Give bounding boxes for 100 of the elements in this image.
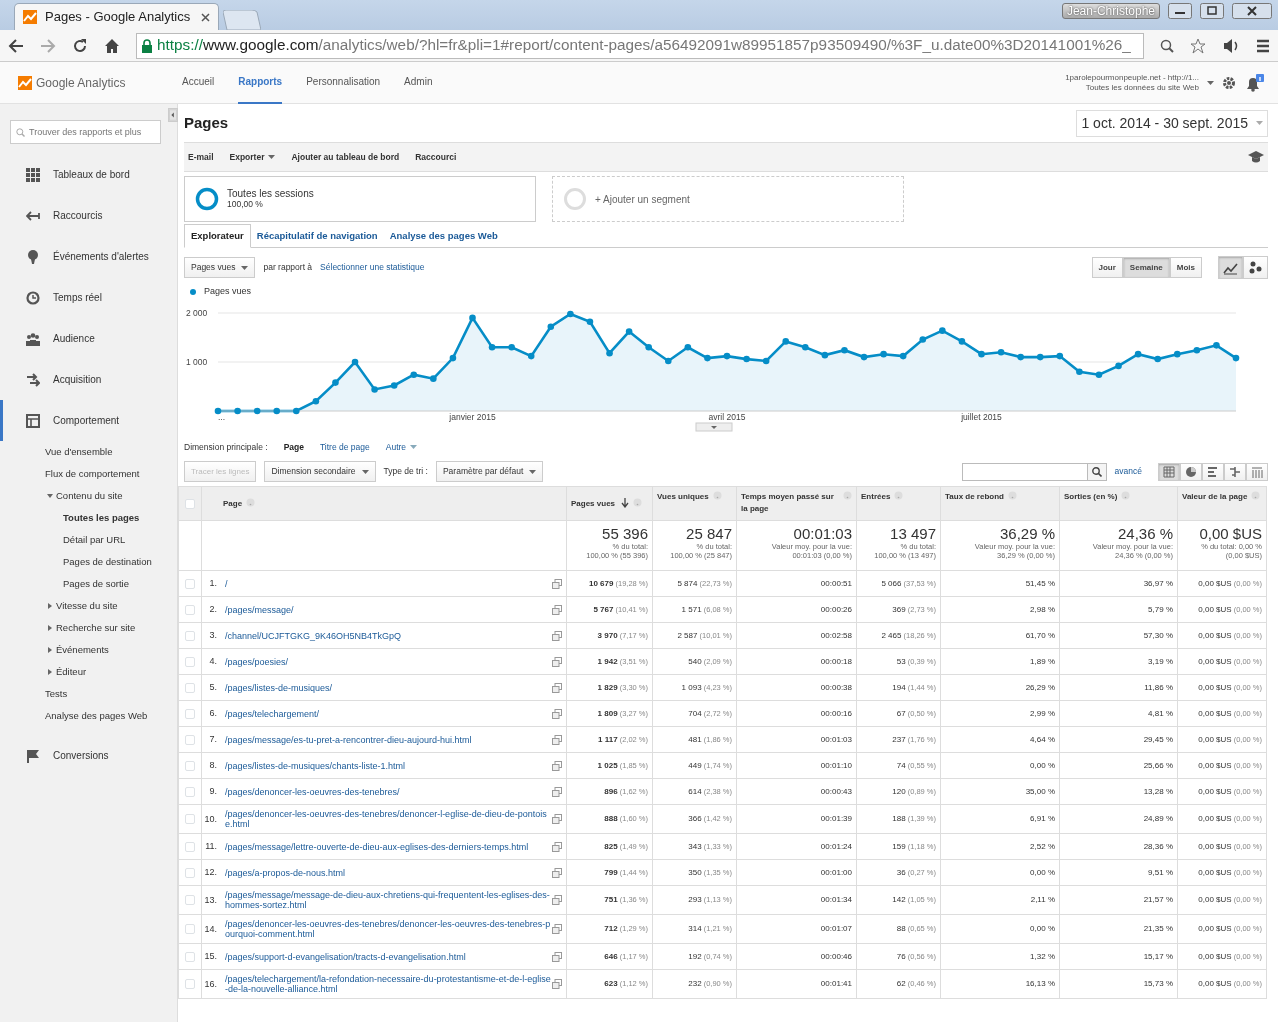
column-header[interactable]: Entrées <box>861 491 891 504</box>
comparison-view-button[interactable] <box>1224 462 1246 481</box>
expander-icon[interactable] <box>47 647 53 653</box>
page-link[interactable]: /pages/a-propos-de-nous.html <box>225 867 552 878</box>
new-tab-button[interactable] <box>223 10 261 30</box>
column-header[interactable]: Sorties (en %) <box>1064 491 1118 504</box>
row-checkbox[interactable] <box>185 979 195 990</box>
row-checkbox[interactable] <box>185 841 195 852</box>
collapse-button[interactable] <box>168 108 178 122</box>
forward-icon[interactable] <box>40 38 56 53</box>
nav-item[interactable]: Pages de destination <box>63 554 152 570</box>
page-link[interactable]: /pages/message/message-de-dieu-aux-chretiens-qui-frequentent-les-eglises-des-hommes-sortez.html <box>225 890 552 911</box>
nav-item[interactable]: Acquisition <box>53 372 102 387</box>
row-checkbox[interactable] <box>185 734 195 745</box>
popout-icon[interactable] <box>552 630 562 641</box>
row-checkbox[interactable] <box>185 604 195 615</box>
nav-item[interactable]: Audience <box>53 331 95 346</box>
row-checkbox[interactable] <box>185 951 195 962</box>
expander-icon[interactable] <box>47 625 53 631</box>
row-checkbox[interactable] <box>185 814 195 825</box>
page-link[interactable]: /pages/denoncer-les-oeuvres-des-tenebres/denoncer-les-oeuvres-des-tenebres-pourquoi-comment.html <box>225 919 552 940</box>
nav-item[interactable]: Vitesse du site <box>56 598 118 614</box>
column-header[interactable]: Page <box>223 497 243 510</box>
report-tab[interactable]: Récapitulatif de navigation <box>250 224 384 247</box>
page-link[interactable]: /pages/listes-de-musiques/chants-liste-1.html <box>225 760 552 771</box>
secondary-dimension-dropdown[interactable]: Dimension secondaire <box>264 461 376 483</box>
action-link[interactable]: E-mail <box>188 150 214 164</box>
minimize-icon[interactable] <box>1168 3 1192 19</box>
menu-icon[interactable] <box>1256 38 1270 53</box>
nav-item[interactable]: Détail par URL <box>63 532 126 548</box>
pivot-view-button[interactable] <box>1246 462 1268 481</box>
page-link[interactable]: /channel/UCJFTGKG_9K46OH5NB4TkGpQ <box>225 630 552 641</box>
close-icon[interactable] <box>201 12 210 22</box>
page-link[interactable]: /pages/listes-de-musiques/ <box>225 682 552 693</box>
popout-icon[interactable] <box>552 841 562 852</box>
nav-item[interactable]: Conversions <box>53 748 109 763</box>
popout-icon[interactable] <box>552 951 562 962</box>
bar-view-button[interactable] <box>1202 462 1224 481</box>
popout-icon[interactable] <box>552 734 562 745</box>
page-link[interactable]: /pages/denoncer-les-oeuvres-des-tenebres/denoncer-l-eglise-de-dieu-de-pontoise.html <box>225 809 552 830</box>
row-checkbox[interactable] <box>185 924 195 935</box>
search-field[interactable]: Trouver des rapports et plus <box>10 120 161 144</box>
graduation-cap-icon[interactable] <box>1248 151 1264 163</box>
nav-item[interactable]: Éditeur <box>56 664 87 680</box>
column-header[interactable]: Taux de rebond <box>945 491 1004 504</box>
action-link[interactable]: Ajouter au tableau de bord <box>291 150 400 164</box>
nav-item[interactable]: Événements d'alertes <box>53 249 149 264</box>
row-checkbox[interactable] <box>185 656 195 667</box>
page-link[interactable]: /pages/message/es-tu-pret-a-rencontrer-dieu-aujourd-hui.html <box>225 734 552 745</box>
nav-item[interactable]: Comportement <box>53 413 120 428</box>
home-icon[interactable] <box>104 38 120 53</box>
expander-icon[interactable] <box>47 669 53 675</box>
nav-tab[interactable]: Personnalisation <box>306 61 381 104</box>
sort-type-dropdown[interactable]: Paramètre par défaut <box>435 461 544 483</box>
motion-chart-button[interactable] <box>1243 256 1268 279</box>
dimension-link[interactable]: Autre <box>385 440 418 454</box>
period-button[interactable]: Semaine <box>1122 257 1170 278</box>
action-link[interactable]: Raccourci <box>415 150 457 164</box>
row-checkbox[interactable] <box>185 708 195 719</box>
notifications-icon[interactable] <box>1244 73 1264 92</box>
page-link[interactable]: /pages/denoncer-les-oeuvres-des-tenebres/ <box>225 786 552 797</box>
nav-item[interactable]: Événements <box>56 642 109 658</box>
speaker-icon[interactable] <box>1222 37 1240 54</box>
report-tab[interactable]: Explorateur <box>184 223 251 248</box>
address-bar[interactable]: https://www.google.com/analytics/web/?hl=fr&pli=1#report/content-pages/a56492091w89951857p93509490/%3F_u.date00%3D20141001%26_ <box>136 32 1144 59</box>
dimension-link[interactable]: Titre de page <box>319 440 370 454</box>
nav-tab[interactable]: Rapports <box>238 61 283 104</box>
browser-tab[interactable]: Pages - Google Analytics <box>14 3 219 30</box>
table-view-button[interactable] <box>1158 462 1180 481</box>
nav-tab[interactable]: Admin <box>404 61 433 104</box>
nav-item[interactable]: Contenu du site <box>56 488 123 504</box>
popout-icon[interactable] <box>552 760 562 771</box>
metric-dropdown[interactable]: Pages vues <box>184 257 256 278</box>
select-all-checkbox[interactable] <box>185 498 195 509</box>
advanced-link[interactable]: avancé <box>1114 465 1142 479</box>
period-button[interactable]: Jour <box>1091 257 1123 278</box>
page-link[interactable]: /pages/telechargement/la-refondation-necessaire-du-protestantisme-et-de-l-eglise-de-la-nouvelle-alliance.html <box>225 974 552 995</box>
row-checkbox[interactable] <box>185 895 195 906</box>
nav-item[interactable]: Raccourcis <box>53 208 103 223</box>
period-button[interactable]: Mois <box>1169 257 1202 278</box>
back-icon[interactable] <box>8 38 24 53</box>
search-button[interactable] <box>1087 462 1107 481</box>
reload-icon[interactable] <box>72 37 88 54</box>
popout-icon[interactable] <box>552 786 562 797</box>
star-icon[interactable] <box>1190 37 1206 54</box>
popout-icon[interactable] <box>552 578 562 589</box>
popout-icon[interactable] <box>552 708 562 719</box>
page-link[interactable]: / <box>225 578 552 589</box>
page-link[interactable]: /pages/message/lettre-ouverte-de-dieu-aux-eglises-des-derniers-temps.html <box>225 841 552 852</box>
nav-item[interactable]: Toutes les pages <box>63 510 140 526</box>
expander-icon[interactable] <box>47 603 53 609</box>
popout-icon[interactable] <box>552 867 562 878</box>
expander-icon[interactable] <box>47 493 53 499</box>
close-icon[interactable] <box>1232 3 1272 19</box>
report-tab[interactable]: Analyse des pages Web <box>383 224 504 247</box>
popout-icon[interactable] <box>552 814 562 825</box>
nav-item[interactable]: Recherche sur site <box>56 620 136 636</box>
popout-icon[interactable] <box>552 604 562 615</box>
restore-icon[interactable] <box>1200 3 1224 19</box>
row-checkbox[interactable] <box>185 760 195 771</box>
